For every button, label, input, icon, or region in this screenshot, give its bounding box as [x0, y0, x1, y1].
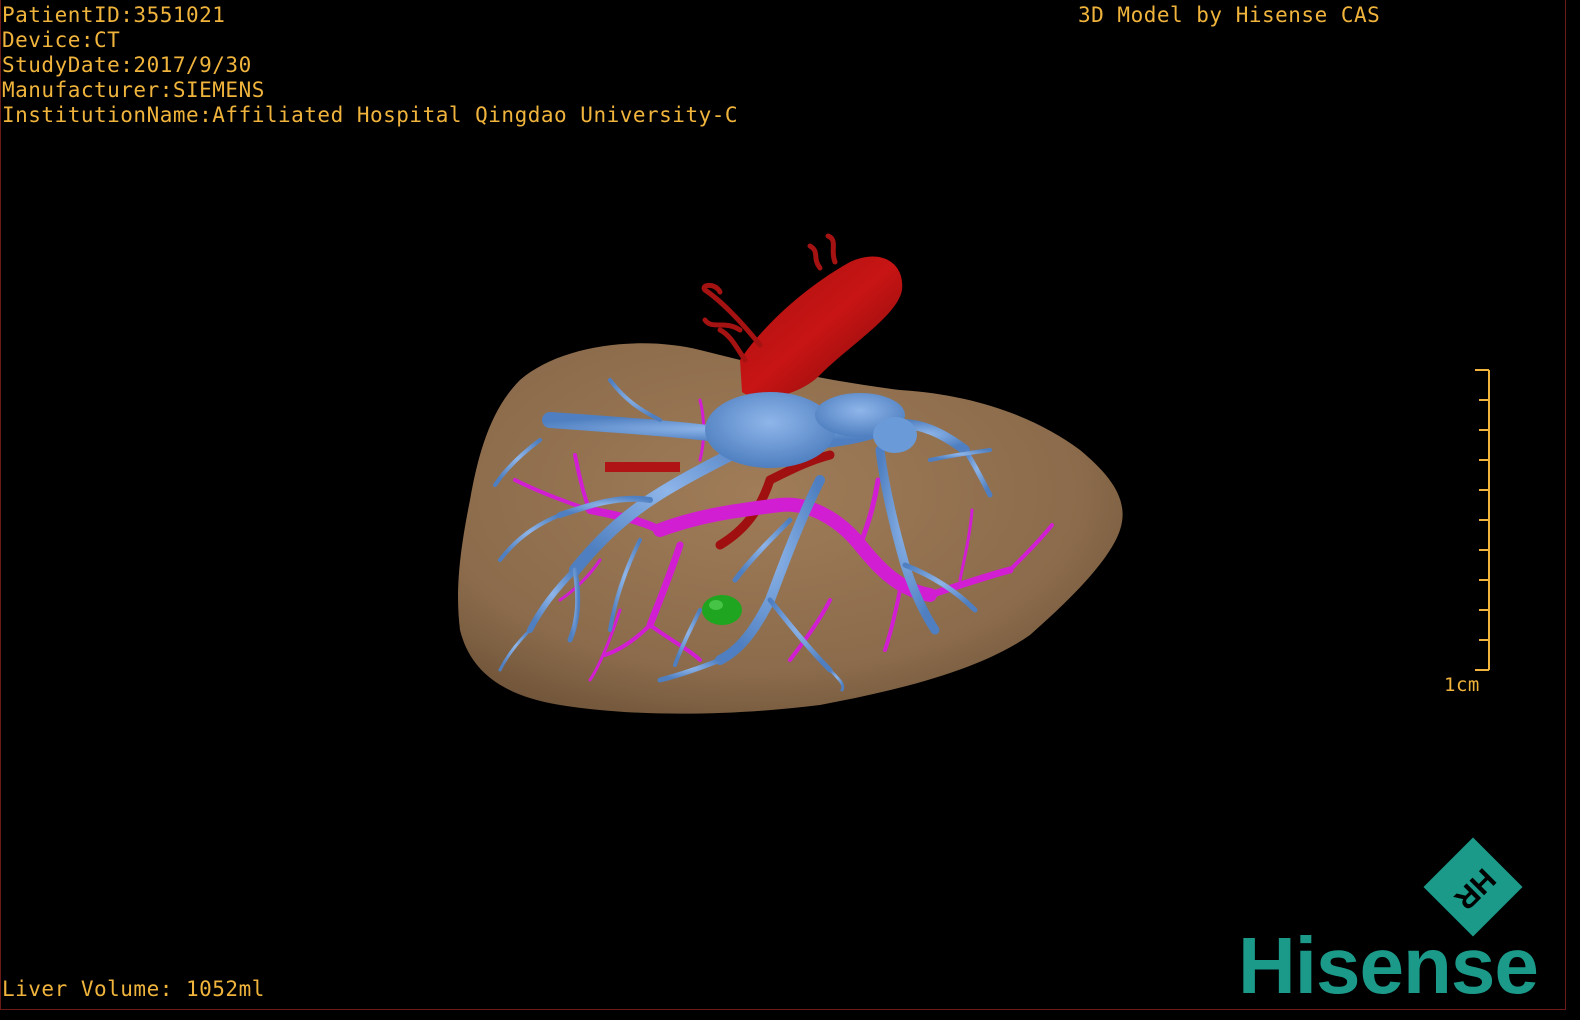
institution-name: InstitutionName:Affiliated Hospital Qing…	[2, 103, 739, 127]
manufacturer: Manufacturer:SIEMENS	[2, 78, 265, 102]
artery-segment	[605, 462, 680, 472]
model-credit: 3D Model by Hisense CAS	[1078, 3, 1381, 27]
scale-bar	[1475, 369, 1490, 671]
hisense-wordmark: Hisense	[1238, 921, 1539, 1010]
patient-info-overlay: PatientID:3551021 Device:CT StudyDate:20…	[2, 3, 738, 128]
liver-volume: Liver Volume: 1052ml	[2, 977, 265, 1001]
lesion	[702, 595, 742, 625]
scale-label: 1cm	[1444, 674, 1480, 696]
study-date: StudyDate:2017/9/30	[2, 53, 252, 77]
3d-viewport[interactable]: PatientID:3551021 Device:CT StudyDate:20…	[0, 0, 1580, 1020]
liver-3d-model[interactable]	[0, 0, 1580, 1020]
portal-confluence	[705, 392, 835, 468]
device: Device:CT	[2, 28, 121, 52]
aorta	[740, 256, 903, 398]
patient-id: PatientID:3551021	[2, 3, 226, 27]
